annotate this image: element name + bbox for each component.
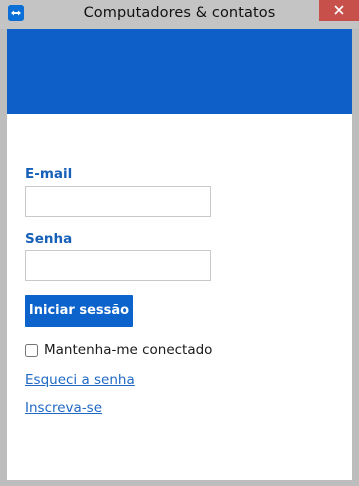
remember-me[interactable]: Mantenha-me conectado [25, 342, 212, 358]
email-field[interactable] [25, 186, 211, 217]
remember-checkbox[interactable] [25, 343, 38, 357]
close-icon [334, 5, 344, 15]
window-title: Computadores & contatos [83, 5, 276, 21]
forgot-password-link[interactable]: Esqueci a senha [25, 372, 135, 388]
password-field[interactable] [25, 250, 211, 281]
password-label: Senha [25, 231, 73, 247]
signup-link[interactable]: Inscreva-se [25, 400, 102, 416]
remember-label[interactable]: Mantenha-me conectado [44, 342, 212, 358]
login-panel: E-mail Senha Iniciar sessão Mantenha-me … [7, 29, 352, 480]
login-button[interactable]: Iniciar sessão [25, 295, 133, 327]
title-bar[interactable]: Computadores & contatos [0, 0, 359, 29]
close-button[interactable] [319, 0, 359, 21]
header-banner [7, 29, 352, 114]
email-label: E-mail [25, 166, 73, 182]
window: Computadores & contatos E-mail Senha Ini… [0, 0, 359, 486]
